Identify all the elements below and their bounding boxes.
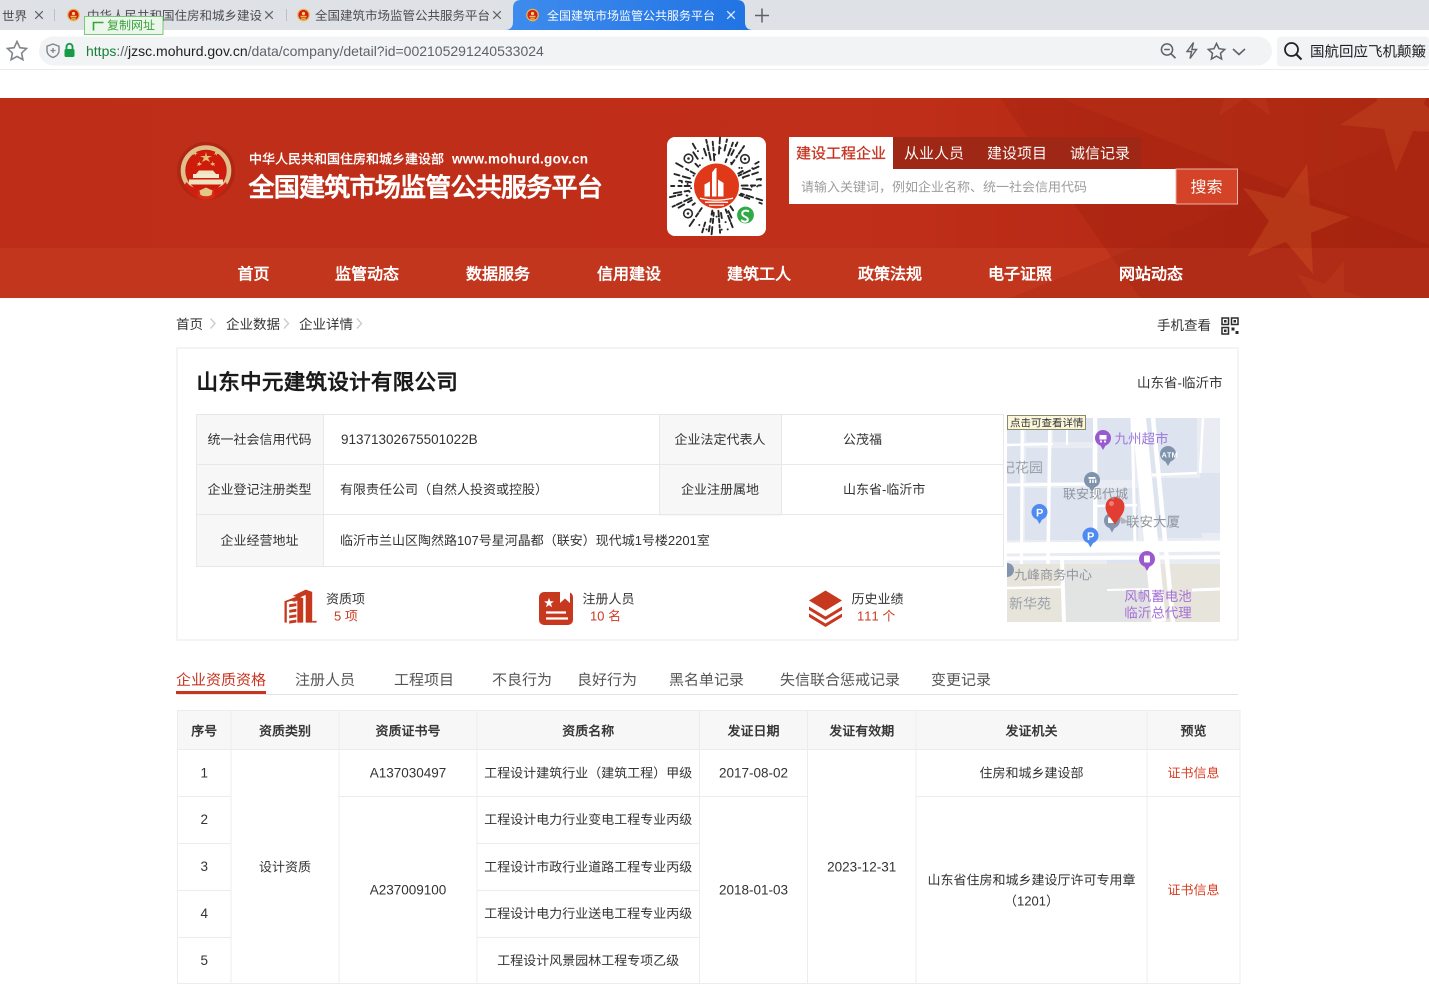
svg-text:2018-01-03: 2018-01-03 [719,883,788,898]
svg-text:1: 1 [200,766,208,781]
svg-text:www.mohurd.gov.cn: www.mohurd.gov.cn [451,152,588,167]
svg-text:2: 2 [200,812,208,827]
svg-text:A137030497: A137030497 [370,766,447,781]
svg-text:2017-08-02: 2017-08-02 [719,766,788,781]
svg-text:3: 3 [200,859,208,874]
svg-text:https://jzsc.mohurd.gov.cn/dat: https://jzsc.mohurd.gov.cn/data/company/… [86,43,544,59]
svg-text:91371302675501022B: 91371302675501022B [341,432,478,447]
svg-text:2023-12-31: 2023-12-31 [827,860,896,875]
svg-text:A237009100: A237009100 [370,883,447,898]
svg-text:4: 4 [200,906,208,921]
svg-text:5: 5 [200,953,208,968]
